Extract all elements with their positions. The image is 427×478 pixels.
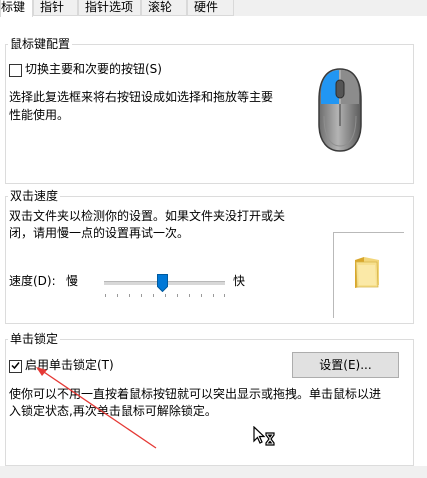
busy-pointer-icon	[253, 426, 275, 446]
button-config-desc-line2: 性能使用。	[9, 108, 70, 122]
slider-tick	[105, 294, 106, 297]
switch-buttons-checkbox[interactable]	[9, 64, 22, 77]
slider-tick	[177, 294, 178, 297]
enable-click-lock-checkbox[interactable]	[9, 360, 22, 373]
button-config-title: 鼠标键配置	[8, 36, 73, 52]
double-click-test-area[interactable]	[333, 232, 404, 318]
double-click-title: 双击速度	[8, 188, 61, 204]
fast-label: 快	[233, 274, 246, 288]
folder-icon[interactable]	[353, 256, 381, 289]
tab-buttons[interactable]: 标键	[0, 0, 33, 17]
tab-hardware-label: 硬件	[194, 0, 219, 14]
slider-tick	[141, 294, 142, 297]
slider-tick	[153, 294, 154, 297]
speed-label: 速度(D):	[9, 274, 56, 288]
slow-label: 慢	[66, 274, 79, 288]
slider-tick	[129, 294, 130, 297]
dialog-bottom-strip	[0, 466, 427, 478]
slider-tick	[224, 294, 225, 297]
tab-buttons-label: 标键	[1, 0, 26, 14]
slider-tick	[201, 294, 202, 297]
mouse-icon	[318, 68, 362, 152]
slider-tick	[189, 294, 190, 297]
slider-tick	[165, 294, 166, 297]
tab-strip: 标键 指针 指针选项 滚轮 硬件	[0, 0, 427, 17]
tab-hardware[interactable]: 硬件	[187, 0, 234, 16]
tab-pointer-options[interactable]: 指针选项	[78, 0, 141, 16]
switch-buttons-label[interactable]: 切换主要和次要的按钮(S)	[25, 59, 162, 80]
slider-tick	[213, 294, 214, 297]
checkmark-icon	[11, 362, 20, 370]
click-lock-settings-button[interactable]: 设置(E)...	[292, 352, 399, 378]
tab-pointer-options-label: 指针选项	[85, 0, 134, 14]
tab-pointers[interactable]: 指针	[33, 0, 78, 16]
double-click-desc-line2: 闭，请用慢一点的设置再试一次。	[9, 226, 190, 240]
tab-pointers-label: 指针	[40, 0, 65, 14]
speed-slider-thumb[interactable]	[157, 274, 168, 292]
click-lock-title: 单击锁定	[8, 331, 61, 347]
slider-tick	[117, 294, 118, 297]
mouse-properties-window: 标键 指针 指针选项 滚轮 硬件 鼠标键配置 切换主要和次要的按钮(S) 选择此…	[0, 0, 427, 478]
tab-wheel[interactable]: 滚轮	[141, 0, 187, 16]
annotation-arrow-icon	[36, 367, 157, 449]
tab-wheel-label: 滚轮	[148, 0, 173, 14]
